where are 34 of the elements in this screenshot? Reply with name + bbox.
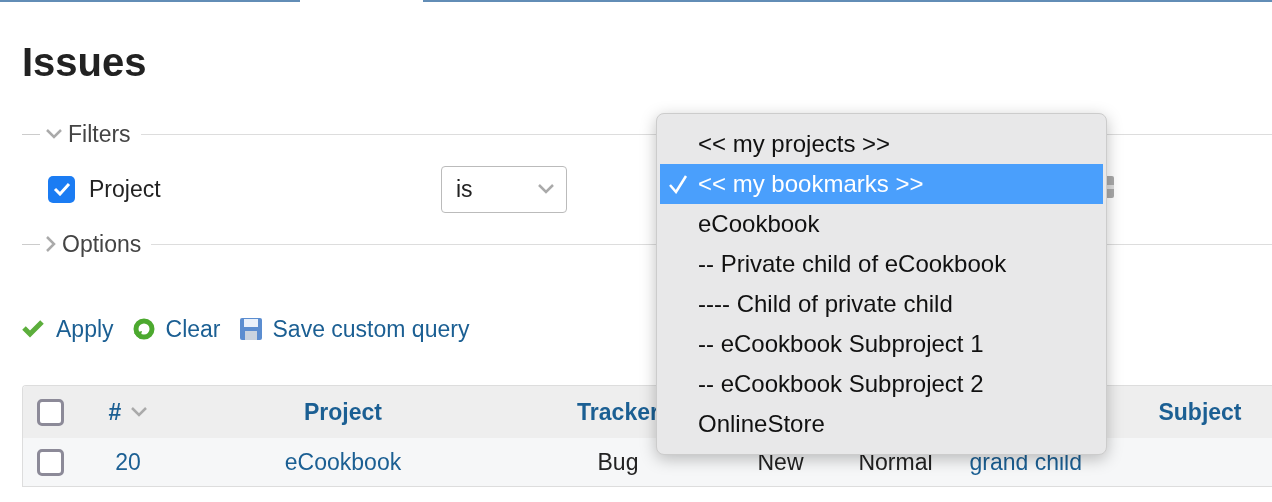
- caret-icon[interactable]: [46, 236, 56, 252]
- project-link[interactable]: eCookbook: [284, 444, 402, 480]
- checkmark-icon: [668, 174, 688, 194]
- caret-icon[interactable]: [46, 129, 62, 139]
- action-link[interactable]: Save custom query: [238, 311, 470, 347]
- section-legend[interactable]: Filters: [68, 116, 131, 152]
- column-header[interactable]: Project: [304, 394, 382, 430]
- table-cell-text: Bug: [597, 447, 639, 477]
- filter-checkbox[interactable]: [48, 175, 75, 203]
- caret-icon[interactable]: [131, 407, 148, 417]
- section-legend[interactable]: Options: [62, 226, 142, 262]
- dropdown-option[interactable]: -- eCookbook Subproject 2: [660, 364, 1103, 404]
- column-header[interactable]: Tracker: [577, 394, 659, 430]
- table-cell-text: Normal: [858, 447, 933, 477]
- select-all-checkbox[interactable]: [37, 398, 64, 426]
- checkmark-icon: [52, 182, 71, 196]
- table-cell-text: New: [757, 447, 804, 477]
- refresh-icon: [131, 317, 156, 341]
- caret-icon: [538, 184, 554, 194]
- column-header[interactable]: #: [108, 394, 122, 430]
- row-checkbox[interactable]: [37, 448, 64, 476]
- action-link[interactable]: Clear: [131, 311, 221, 347]
- operator-select[interactable]: is: [441, 165, 567, 213]
- dropdown-option[interactable]: ---- Child of private child: [660, 284, 1103, 324]
- dropdown-option[interactable]: OnlineStore: [660, 404, 1103, 444]
- dropdown-option[interactable]: eCookbook: [660, 204, 1103, 244]
- filter-label: Project: [89, 174, 162, 204]
- issue-id-link[interactable]: 20: [115, 444, 141, 480]
- dropdown-option[interactable]: -- Private child of eCookbook: [660, 244, 1103, 284]
- column-header[interactable]: Subject: [1158, 394, 1242, 430]
- action-link[interactable]: Apply: [22, 311, 114, 347]
- dropdown-option[interactable]: -- eCookbook Subproject 1: [660, 324, 1103, 364]
- dropdown-option[interactable]: << my projects >>: [660, 124, 1103, 164]
- page-title: Issues: [22, 42, 148, 82]
